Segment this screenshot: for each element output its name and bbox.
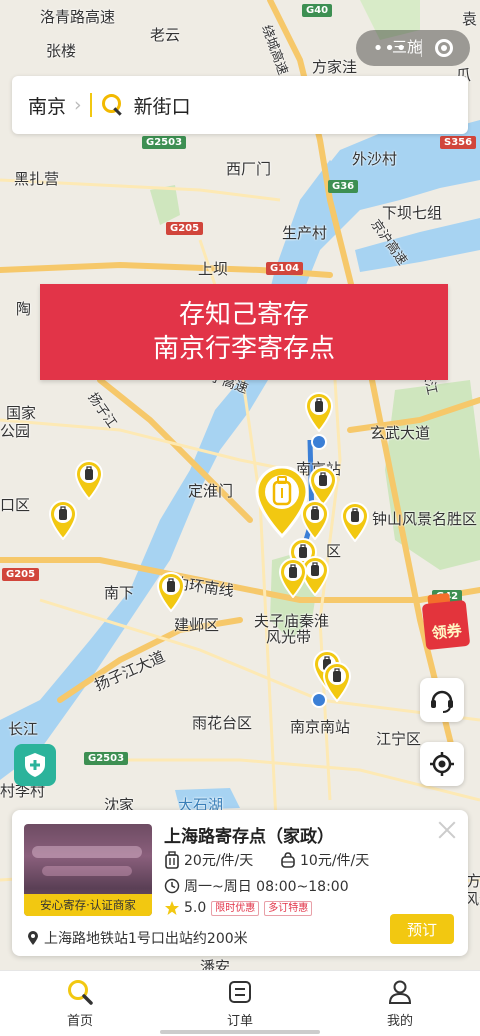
promo-banner: 存知己寄存 南京行李寄存点 (40, 284, 448, 380)
map-label: 建邺区 (174, 616, 220, 634)
price-large: 20元/件/天 (164, 850, 253, 870)
storage-location-icon[interactable] (156, 572, 186, 612)
tab-label: 我的 (386, 1014, 413, 1029)
road-badge: G2503 (84, 752, 129, 765)
banner-line-2: 南京行李寄存点 (152, 334, 335, 364)
map-label: 风光带 (266, 628, 312, 646)
thumb-blur (42, 866, 132, 876)
opening-hours: 周一~周日 08:00~18:00 (164, 876, 349, 896)
map-label: 方家洼 (312, 58, 358, 76)
map-label: 外沙村 (352, 150, 398, 168)
map-label: 口区 (0, 496, 31, 514)
certified-badge: 安心寄存·认证商家 (24, 894, 152, 916)
customer-service-button[interactable] (420, 678, 464, 722)
user-icon (388, 980, 412, 1004)
thumb-blur (32, 846, 142, 858)
map-label: 生产村 (282, 224, 328, 242)
tab-label: 订单 (226, 1014, 253, 1029)
locate-icon (430, 752, 454, 776)
price-small: 10元/件/天 (280, 850, 369, 870)
map-label: 老云 (150, 26, 181, 44)
map-label: 南京南站 (290, 718, 351, 736)
promo-tag: 多订特惠 (264, 900, 313, 916)
tab-profile[interactable]: 我的 (320, 971, 480, 1036)
storage-location-icon[interactable] (48, 500, 78, 540)
rating-value: 5.0 (184, 900, 207, 916)
search-icon (68, 980, 93, 1005)
rating-row: 5.0 限时优惠 多订特惠 (164, 900, 313, 916)
map-label: 南下 (104, 584, 135, 602)
clock-icon (164, 878, 180, 894)
road-badge: G104 (266, 262, 304, 275)
headset-icon (431, 690, 453, 713)
location-pin-icon (28, 931, 38, 945)
hours-text: 周一~周日 08:00~18:00 (184, 879, 349, 895)
map-label: 钟山风景名胜区 (372, 510, 478, 528)
store-card[interactable]: 安心寄存·认证商家 上海路寄存点（家政） 20元/件/天 10元/件/天 周一~… (12, 810, 468, 956)
coupon-button[interactable]: 领券 (420, 588, 480, 651)
storage-location-icon[interactable] (278, 558, 308, 598)
map-label: 长江 (8, 720, 39, 738)
book-button[interactable]: 预订 (390, 914, 454, 944)
large-luggage-icon (165, 851, 179, 869)
map-label: 公园 (0, 422, 31, 440)
map-label: 张楼 (46, 42, 77, 60)
road-badge: G40 (302, 4, 333, 17)
insurance-button[interactable] (14, 744, 56, 786)
address-text: 上海路地铁站1号口出站约200米 (44, 931, 248, 947)
price-large-text: 20元/件/天 (184, 853, 254, 869)
map-label: 西厂门 (226, 160, 272, 178)
map-label-top-right: 三施 (392, 38, 423, 56)
map-label: 上坝 (198, 260, 229, 278)
storage-location-icon[interactable] (304, 392, 334, 432)
bottom-tab-bar: 首页 订单 我的 (0, 970, 480, 1036)
road-badge: G2503 (142, 136, 187, 149)
storage-location-icon[interactable] (340, 502, 370, 542)
map-label: 下坝七组 (382, 204, 443, 222)
search-bar[interactable]: 南京 › 新街口 (12, 76, 468, 134)
map-label: 江宁区 (376, 730, 422, 748)
promo-tag: 限时优惠 (211, 900, 260, 916)
storage-location-icon[interactable] (74, 460, 104, 500)
search-input[interactable]: 新街口 (134, 92, 191, 119)
road-badge: S356 (440, 136, 477, 149)
road-badge: G36 (328, 180, 359, 193)
tab-orders[interactable]: 订单 (160, 971, 320, 1036)
road-badge: G205 (166, 222, 204, 235)
small-bag-icon (281, 852, 295, 868)
map-label: 洛青路高速 (40, 8, 116, 26)
map-label: 陶 (16, 300, 32, 318)
close-icon[interactable] (438, 820, 456, 838)
road-badge: G205 (2, 568, 40, 581)
store-address: 上海路地铁站1号口出站约200米 (26, 928, 248, 948)
map-label: 玄武大道 (370, 424, 431, 442)
selected-storage-location-icon[interactable] (254, 466, 310, 538)
home-indicator (160, 1030, 320, 1034)
tab-label: 首页 (66, 1014, 93, 1029)
city-selector[interactable]: 南京 (28, 92, 66, 119)
train-station-icon (311, 434, 327, 450)
search-icon (101, 94, 124, 116)
banner-line-1: 存知己寄存 (178, 300, 309, 330)
map-label: 袁 (462, 10, 478, 28)
tab-home[interactable]: 首页 (0, 971, 160, 1036)
store-thumbnail[interactable]: 安心寄存·认证商家 (24, 824, 152, 916)
locate-button[interactable] (420, 742, 464, 786)
map-label: 黑扎营 (14, 170, 60, 188)
star-icon (165, 901, 179, 915)
coupon-label: 领券 (421, 599, 471, 651)
map-label: 雨花台区 (192, 714, 253, 732)
map-label: 定淮门 (188, 482, 234, 500)
store-title: 上海路寄存点（家政） (164, 827, 334, 847)
divider (89, 93, 92, 117)
chevron-right-icon: › (74, 94, 82, 116)
shield-icon (25, 753, 45, 777)
close-miniprogram-icon[interactable] (435, 39, 454, 57)
storage-location-icon[interactable] (322, 662, 352, 702)
price-small-text: 10元/件/天 (300, 853, 370, 869)
order-icon (229, 981, 251, 1003)
